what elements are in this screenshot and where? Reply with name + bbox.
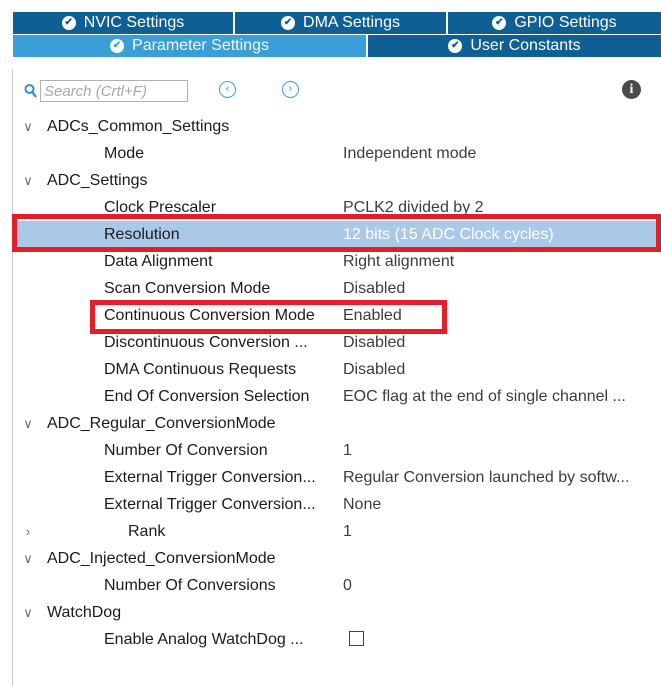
chevron-down-icon[interactable]: ∨ (21, 167, 35, 194)
tab-label: User Constants (470, 37, 581, 54)
tab-dma-settings[interactable]: ✔ DMA Settings (233, 12, 446, 34)
arrow-right-circle-icon[interactable]: › (282, 81, 299, 98)
tree-item-label: DMA Continuous Requests (104, 361, 297, 378)
tree-item-label: Mode (104, 145, 145, 162)
tree-item-value[interactable]: 1 (343, 518, 352, 545)
tree-item-label: Enable Analog WatchDog ... (104, 631, 304, 648)
tree-item-value[interactable]: PCLK2 divided by 2 (343, 194, 484, 221)
search-input[interactable] (40, 80, 188, 102)
tab-parameter-settings[interactable]: ✔ Parameter Settings (13, 35, 366, 57)
tree-group-row[interactable]: ∨ ADC_Regular_ConversionMode (13, 410, 661, 437)
tree-group-row[interactable]: ∨ ADCs_Common_Settings (13, 113, 661, 140)
tree-item-label: End Of Conversion Selection (104, 388, 310, 405)
check-circle-icon: ✔ (61, 16, 76, 30)
tree-item-value[interactable]: None (343, 491, 381, 518)
tree-item-label: Number Of Conversions (104, 577, 276, 594)
chevron-down-icon[interactable]: ∨ (21, 599, 35, 626)
tree-param-row[interactable]: Discontinuous Conversion ... Disabled (13, 329, 661, 356)
tab-label: Parameter Settings (132, 37, 269, 54)
info-icon[interactable]: i (622, 80, 641, 99)
tree-item-label: ADC_Settings (47, 172, 148, 189)
tab-label: GPIO Settings (514, 14, 617, 31)
tree-param-row[interactable]: Continuous Conversion Mode Enabled (13, 302, 661, 329)
tree-param-row[interactable]: Scan Conversion Mode Disabled (13, 275, 661, 302)
tree-group-row[interactable]: ∨ ADC_Settings (13, 167, 661, 194)
chevron-down-icon[interactable]: ∨ (21, 410, 35, 437)
tree-item-value[interactable]: Right alignment (343, 248, 454, 275)
tree-item-value[interactable]: Disabled (343, 329, 405, 356)
check-circle-icon: ✔ (110, 39, 125, 53)
tree-param-row[interactable]: Clock Prescaler PCLK2 divided by 2 (13, 194, 661, 221)
settings-tabs: ✔ NVIC Settings ✔ DMA Settings ✔ GPIO Se… (13, 12, 661, 57)
parameter-tree: ∨ ADCs_Common_Settings Mode Independent mod… (13, 113, 661, 653)
tree-param-row[interactable]: DMA Continuous Requests Disabled (13, 356, 661, 383)
tab-label: NVIC Settings (83, 14, 185, 31)
tree-item-label: Clock Prescaler (104, 199, 217, 216)
tab-user-constants[interactable]: ✔ User Constants (366, 35, 661, 57)
tree-item-label: External Trigger Conversion... (104, 469, 316, 486)
tree-param-row[interactable]: External Trigger Conversion... None (13, 491, 661, 518)
tree-param-row[interactable]: Number Of Conversion 1 (13, 437, 661, 464)
tree-param-row[interactable]: Mode Independent mode (13, 140, 661, 167)
tree-param-row[interactable]: Data Alignment Right alignment (13, 248, 661, 275)
tree-group-row[interactable]: ∨ ADC_Injected_ConversionMode (13, 545, 661, 572)
tree-item-label: Number Of Conversion (104, 442, 268, 459)
tree-item-label: Scan Conversion Mode (104, 280, 271, 297)
search-toolbar: ‹ › i (24, 79, 644, 105)
tree-item-label: Discontinuous Conversion ... (104, 334, 308, 351)
check-circle-icon: ✔ (492, 16, 507, 30)
tree-item-label: Continuous Conversion Mode (104, 307, 315, 324)
chevron-down-icon[interactable]: ∨ (21, 545, 35, 572)
tab-gpio-settings[interactable]: ✔ GPIO Settings (446, 12, 661, 34)
tree-param-row[interactable]: External Trigger Conversion... Regular Co… (13, 464, 661, 491)
tree-item-value[interactable]: Enabled (343, 302, 402, 329)
tree-item-label: External Trigger Conversion... (104, 496, 316, 513)
tree-item-label: WatchDog (47, 604, 122, 621)
check-circle-icon: ✔ (281, 16, 296, 30)
tree-item-label: Rank (128, 523, 166, 540)
tab-row-bottom: ✔ Parameter Settings ✔ User Constants (13, 35, 661, 57)
tree-item-value[interactable]: EOC flag at the end of single channel ..… (343, 383, 626, 410)
chevron-right-icon[interactable]: › (21, 518, 35, 545)
tab-row-top: ✔ NVIC Settings ✔ DMA Settings ✔ GPIO Se… (13, 12, 661, 34)
arrow-left-circle-icon[interactable]: ‹ (219, 81, 236, 98)
tree-item-value[interactable]: Regular Conversion launched by softw... (343, 464, 629, 491)
tree-item-value[interactable]: Independent mode (343, 140, 476, 167)
tree-rank-row[interactable]: › Rank 1 (13, 518, 661, 545)
tree-item-value[interactable]: 12 bits (15 ADC Clock cycles) (343, 221, 554, 248)
tree-item-value[interactable]: 1 (343, 437, 352, 464)
tree-param-row[interactable]: Enable Analog WatchDog ... (13, 626, 661, 653)
tab-nvic-settings[interactable]: ✔ NVIC Settings (13, 12, 233, 34)
tree-item-value[interactable]: 0 (343, 572, 352, 599)
chevron-down-icon[interactable]: ∨ (21, 113, 35, 140)
tree-item-value[interactable]: Disabled (343, 356, 405, 383)
watchdog-checkbox[interactable] (349, 630, 364, 646)
check-circle-icon: ✔ (448, 39, 463, 53)
tree-item-value[interactable] (343, 626, 364, 653)
tree-param-row[interactable]: Resolution 12 bits (15 ADC Clock cycles) (13, 221, 661, 248)
tree-item-value[interactable]: Disabled (343, 275, 405, 302)
tree-item-label: ADC_Regular_ConversionMode (47, 415, 276, 432)
tree-item-label: Resolution (104, 226, 180, 243)
tree-item-label: Data Alignment (104, 253, 213, 270)
tree-param-row[interactable]: Number Of Conversions 0 (13, 572, 661, 599)
tree-item-label: ADC_Injected_ConversionMode (47, 550, 276, 567)
tree-item-label: ADCs_Common_Settings (47, 118, 230, 135)
tab-label: DMA Settings (303, 14, 400, 31)
tree-param-row[interactable]: End Of Conversion Selection EOC flag at t… (13, 383, 661, 410)
tree-group-row[interactable]: ∨ WatchDog (13, 599, 661, 626)
search-icon[interactable] (24, 83, 37, 99)
